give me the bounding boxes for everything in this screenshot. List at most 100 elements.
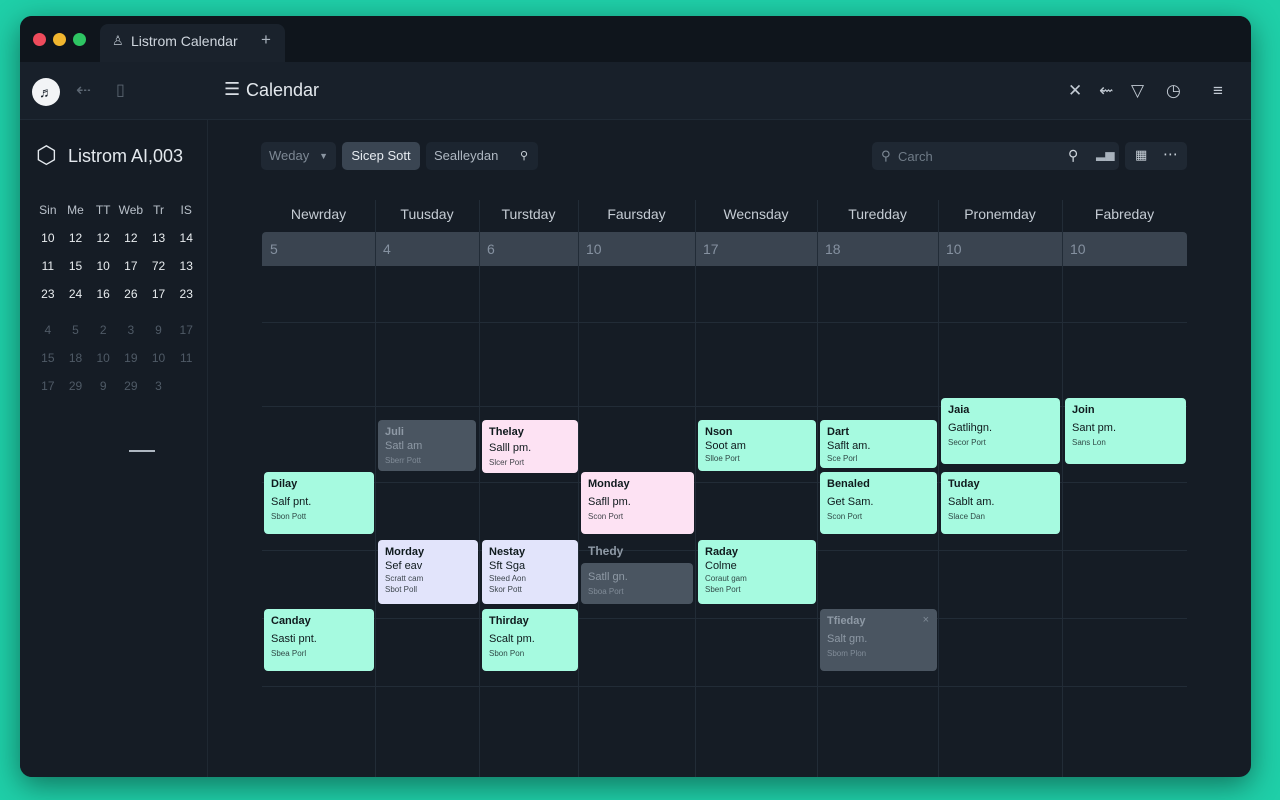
mini-calendar-day[interactable]: 16 [89,280,117,308]
day-header[interactable]: Pronemday [938,200,1062,232]
mini-calendar-day[interactable]: 4 [34,316,62,344]
event-card[interactable]: Monday Safll pm. Scon Port [581,472,694,534]
back-arrow-icon[interactable]: ⇠ [76,80,91,101]
mini-calendar-day[interactable]: 10 [89,344,117,372]
mini-calendar-day[interactable]: 17 [172,316,200,344]
menu-icon[interactable]: ☰ [224,79,240,100]
mini-calendar-day[interactable]: 15 [62,252,90,280]
hamburger-icon[interactable]: ≡ [1213,81,1223,101]
event-card[interactable]: Tfieday Salt gm. Sbom Plon × [820,609,937,671]
mini-calendar-day[interactable]: 3 [117,316,145,344]
event-title: Morday [385,546,425,558]
event-title: Raday [705,546,739,558]
event-card[interactable]: Jaia Gatlihgn. Secor Port [941,398,1060,464]
filter-select-label: Sealleydan [434,148,499,163]
event-card[interactable]: Juli Satl am Sberr Pott [378,420,476,471]
browser-tab[interactable]: ♙ Listrom Calendar + [100,24,285,62]
mini-calendar-day[interactable]: 11 [34,252,62,280]
mini-calendar-day[interactable]: 10 [145,344,173,372]
event-time: Salll pm. [489,442,532,454]
event-card[interactable]: Thirday Scalt pm. Sbon Pon [482,609,578,671]
event-card[interactable]: Dart Saflt am. Sce Porl [820,420,937,468]
mini-calendar-day[interactable]: 12 [89,224,117,252]
maximize-window-button[interactable] [73,33,86,46]
mini-calendar-day-selected[interactable]: 29 [117,372,145,400]
inbox-icon[interactable]: ▽ [1131,81,1144,101]
new-tab-button[interactable]: + [261,30,271,50]
bar-chart-icon[interactable]: ▂▅ [1096,147,1114,161]
event-location: Sbon Pott [271,512,307,521]
mini-calendar-day[interactable]: 29 [62,372,90,400]
clock-icon[interactable]: ◷ [1166,81,1181,101]
mini-calendar-day[interactable]: 17 [34,372,62,400]
view-dropdown[interactable]: Weday ▼ [261,142,336,170]
event-title[interactable]: Thedy [588,544,623,558]
mini-calendar-day[interactable]: 15 [34,344,62,372]
mini-calendar-day[interactable]: 13 [172,252,200,280]
day-header[interactable]: Fabreday [1062,200,1187,232]
mini-calendar-day[interactable]: 19 [117,344,145,372]
event-card[interactable]: Join Sant pm. Sans Lon [1065,398,1186,464]
event-time: Sef eav [385,560,423,572]
sidebar-brand: Listrom AI,003 [68,146,184,166]
mini-calendar-day[interactable]: 3 [145,372,173,400]
mini-calendar-day[interactable]: 17 [145,280,173,308]
mini-calendar-day[interactable]: 12 [117,224,145,252]
mini-calendar-day[interactable]: 23 [34,280,62,308]
search-icon: ⚲ [519,150,528,162]
close-icon[interactable]: ✕ [1068,81,1082,101]
sort-button[interactable]: Sicep Sott [342,142,420,170]
mini-calendar-day[interactable]: 18 [62,344,90,372]
mini-calendar-day[interactable]: 26 [117,280,145,308]
calendar-grid-icon[interactable]: ▦ [1135,147,1147,163]
mini-calendar-week: 15 18 10 19 10 11 [34,344,200,372]
close-window-button[interactable] [33,33,46,46]
magnifier-icon[interactable]: ⚲ [1068,147,1078,164]
event-card[interactable]: Benaled Get Sam. Scon Port [820,472,937,534]
minimize-window-button[interactable] [53,33,66,46]
event-card[interactable]: Canday Sasti pnt. Sbea Porl [264,609,374,671]
event-card[interactable]: Raday Colme Coraut gam Sben Port [698,540,816,604]
more-icon[interactable]: ⋯ [1163,145,1178,163]
date-band [262,232,1187,266]
day-header[interactable]: Wecnsday [695,200,817,232]
mini-calendar-day[interactable]: 5 [62,316,90,344]
reply-icon[interactable]: ⇜ [1099,81,1113,101]
event-card[interactable]: Morday Sef eav Scratt cam Sbot Poll [378,540,478,604]
filter-select[interactable]: Sealleydan ⚲ [426,142,538,170]
day-header[interactable]: Turedday [817,200,938,232]
mini-calendar-day[interactable]: 13 [145,224,173,252]
mini-calendar-day[interactable]: 17 [117,252,145,280]
mini-calendar-day[interactable]: 24 [62,280,90,308]
mini-calendar-day[interactable]: 72 [145,252,173,280]
event-location: Sberr Pott [385,456,422,465]
mini-calendar-day[interactable]: 12 [62,224,90,252]
mini-calendar-day[interactable]: 9 [89,372,117,400]
mini-calendar-week: 11 15 10 17 72 13 [34,252,200,280]
event-card[interactable]: Thelay Salll pm. Slcer Port [482,420,578,473]
close-icon[interactable]: × [923,614,929,626]
mini-calendar-day[interactable]: 14 [172,224,200,252]
app-logo-icon[interactable]: ♬ [32,78,60,106]
day-header[interactable]: Newrday [262,200,375,232]
day-header[interactable]: Tuusday [375,200,479,232]
mini-calendar-day[interactable]: 23 [172,280,200,308]
event-extra: Scratt cam [385,574,424,583]
mini-calendar-day[interactable] [172,372,200,400]
day-header[interactable]: Turstday [479,200,578,232]
event-card[interactable]: Nestay Sft Sga Steed Aon Skor Pott [482,540,578,604]
mini-calendar-day[interactable]: 2 [89,316,117,344]
day-header[interactable]: Faursday [578,200,695,232]
search-input[interactable] [898,142,1058,170]
clipboard-icon[interactable]: ▯ [116,80,125,100]
event-card[interactable]: Nson Soot am Slloe Port [698,420,816,471]
mini-calendar-day[interactable]: 10 [34,224,62,252]
event-card[interactable]: Satll gn. Sboa Port [581,563,693,604]
event-time: Soot am [705,440,746,452]
mini-calendar-day[interactable]: 10 [89,252,117,280]
mini-calendar-day[interactable]: 11 [172,344,200,372]
mini-calendar-day[interactable]: 9 [145,316,173,344]
search-box[interactable]: ⚲ ⚲ ▂▅ [872,142,1119,170]
event-card[interactable]: Tuday Sablt am. Slace Dan [941,472,1060,534]
event-card[interactable]: Dilay Salf pnt. Sbon Pott [264,472,374,534]
